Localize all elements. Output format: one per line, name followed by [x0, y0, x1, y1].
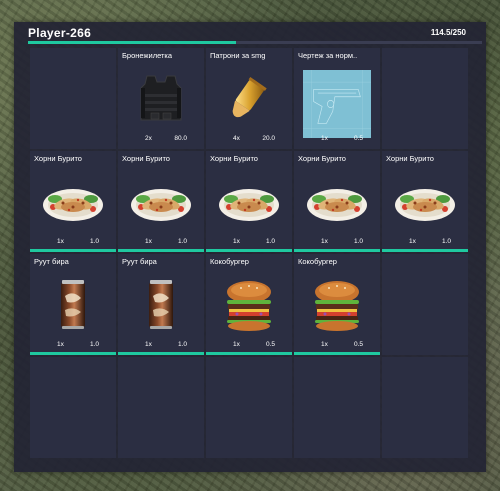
weight-bar: [28, 41, 482, 44]
item-weight: 1.0: [89, 341, 99, 348]
item-weight: 0.5: [353, 341, 363, 348]
item-weight: 80.0: [174, 135, 187, 142]
item-weight: 20.0: [262, 135, 275, 142]
item-durability-bar: [206, 249, 292, 252]
item-count: 1x: [233, 238, 240, 245]
item-name: Чертеж за норм..: [298, 51, 358, 60]
pistol-blueprint-icon: [303, 70, 371, 138]
inventory-slot-item[interactable]: Хорни Бурито 1x 1.0: [382, 151, 468, 252]
inventory-slot-item[interactable]: Руут бира 1x 1.0: [30, 254, 116, 355]
item-count: 1x: [145, 238, 152, 245]
item-weight: 1.0: [177, 238, 187, 245]
item-durability-bar: [118, 352, 204, 355]
item-count: 4x: [233, 135, 240, 142]
burrito-icon: [129, 173, 193, 229]
item-count: 1x: [321, 341, 328, 348]
item-name: Кокобургер: [210, 257, 249, 266]
item-name: Патрони за smg: [210, 51, 266, 60]
item-name: Руут бира: [122, 257, 157, 266]
inventory-slot-empty[interactable]: [118, 357, 204, 458]
item-durability-bar: [294, 352, 380, 355]
item-count: 1x: [321, 135, 328, 142]
item-name: Бронежилетка: [122, 51, 173, 60]
inventory-panel: Player-266 114.5/250 Бронежилетка 2x 80.0…: [14, 22, 486, 472]
inventory-slot-item[interactable]: Хорни Бурито 1x 1.0: [294, 151, 380, 252]
item-durability-bar: [30, 352, 116, 355]
inventory-slot-item[interactable]: Патрони за smg 4x 20.0: [206, 48, 292, 149]
burrito-icon: [217, 173, 281, 229]
item-weight: 1.0: [89, 238, 99, 245]
inventory-slot-item[interactable]: Чертеж за норм.. 1x 0.5: [294, 48, 380, 149]
item-name: Хорни Бурито: [298, 154, 346, 163]
inventory-slot-empty[interactable]: [382, 48, 468, 149]
item-durability-bar: [382, 249, 468, 252]
weight-readout: 114.5/250: [430, 28, 466, 37]
item-count: 1x: [57, 341, 64, 348]
inventory-header: Player-266 114.5/250: [14, 22, 486, 44]
item-name: Кокобургер: [298, 257, 337, 266]
item-count: 1x: [233, 341, 240, 348]
inventory-slot-empty[interactable]: [30, 357, 116, 458]
item-durability-bar: [118, 249, 204, 252]
inventory-slot-empty[interactable]: [30, 48, 116, 149]
root-beer-can-icon: [129, 276, 193, 332]
burger-icon: [217, 276, 281, 332]
player-name: Player-266: [28, 26, 92, 40]
inventory-slot-empty[interactable]: [206, 357, 292, 458]
inventory-slot-item[interactable]: Хорни Бурито 1x 1.0: [30, 151, 116, 252]
item-weight: 0.5: [265, 341, 275, 348]
item-count: 1x: [145, 341, 152, 348]
inventory-slot-empty[interactable]: [382, 357, 468, 458]
item-name: Хорни Бурито: [386, 154, 434, 163]
root-beer-can-icon: [41, 276, 105, 332]
inventory-slot-item[interactable]: Бронежилетка 2x 80.0: [118, 48, 204, 149]
item-weight: 1.0: [265, 238, 275, 245]
item-weight: 1.0: [353, 238, 363, 245]
item-name: Руут бира: [34, 257, 69, 266]
item-durability-bar: [30, 249, 116, 252]
inventory-slot-item[interactable]: Руут бира 1x 1.0: [118, 254, 204, 355]
bullet-icon: [217, 70, 281, 126]
burrito-icon: [305, 173, 369, 229]
item-name: Хорни Бурито: [122, 154, 170, 163]
inventory-slot-item[interactable]: Хорни Бурито 1x 1.0: [118, 151, 204, 252]
item-count: 2x: [145, 135, 152, 142]
inventory-grid: Бронежилетка 2x 80.0 Патрони за smg 4x 2…: [30, 48, 468, 458]
item-name: Хорни Бурито: [210, 154, 258, 163]
item-weight: 1.0: [441, 238, 451, 245]
item-count: 1x: [57, 238, 64, 245]
burrito-icon: [41, 173, 105, 229]
inventory-slot-item[interactable]: Кокобургер 1x 0.5: [294, 254, 380, 355]
inventory-slot-empty[interactable]: [294, 357, 380, 458]
burrito-icon: [393, 173, 457, 229]
body-armor-icon: [129, 70, 193, 126]
item-weight: 1.0: [177, 341, 187, 348]
burger-icon: [305, 276, 369, 332]
inventory-slot-item[interactable]: Кокобургер 1x 0.5: [206, 254, 292, 355]
weight-bar-fill: [28, 41, 236, 44]
item-durability-bar: [294, 249, 380, 252]
item-count: 1x: [409, 238, 416, 245]
item-durability-bar: [206, 352, 292, 355]
inventory-slot-empty[interactable]: [382, 254, 468, 355]
item-name: Хорни Бурито: [34, 154, 82, 163]
item-weight: 0.5: [353, 135, 363, 142]
item-count: 1x: [321, 238, 328, 245]
inventory-slot-item[interactable]: Хорни Бурито 1x 1.0: [206, 151, 292, 252]
